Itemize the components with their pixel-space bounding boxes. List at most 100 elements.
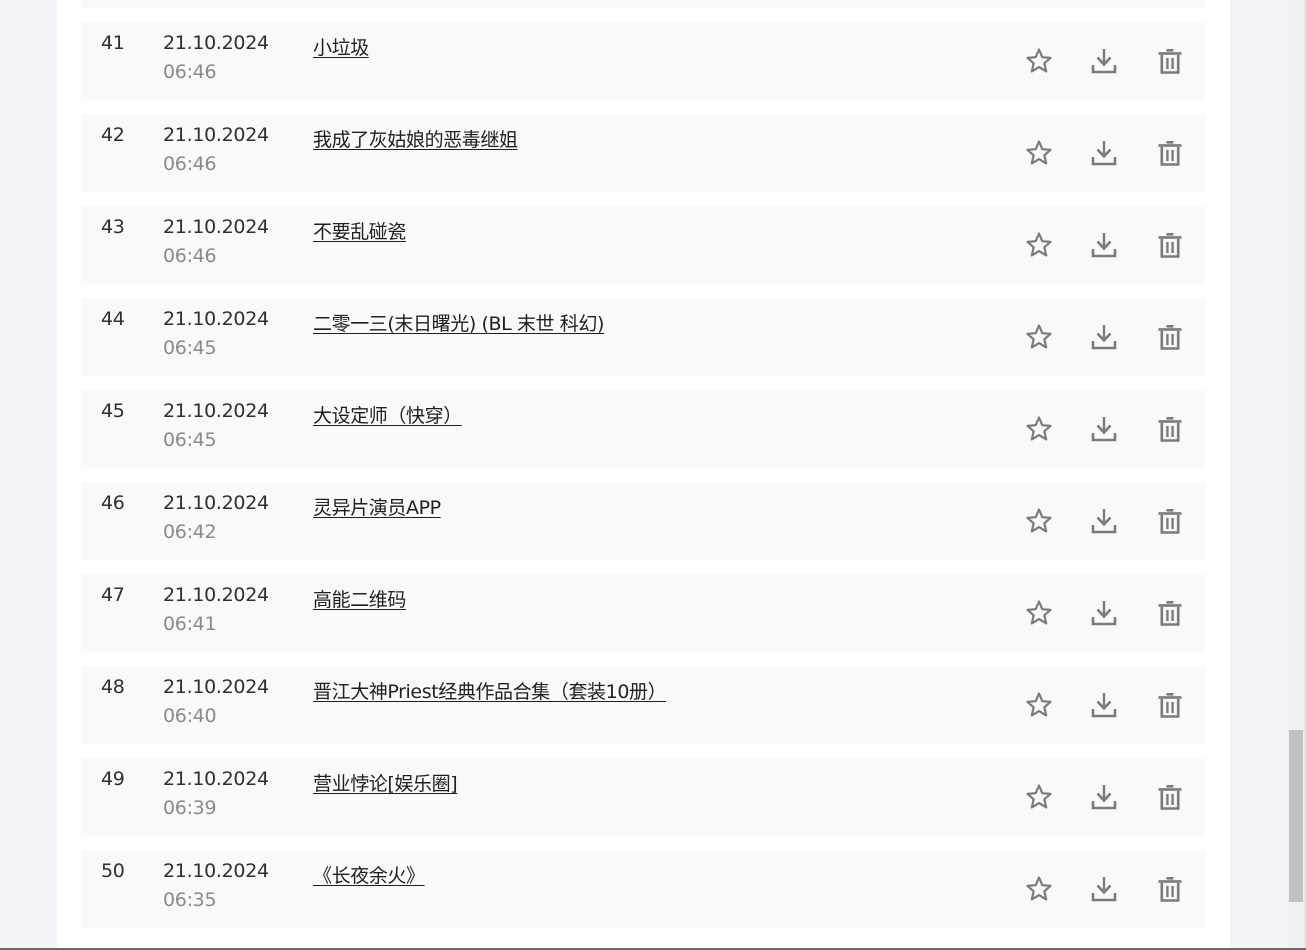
book-title-link[interactable]: 晋江大神Priest经典作品合集（套装10册） <box>313 677 667 704</box>
delete-button[interactable] <box>1154 781 1186 813</box>
favorite-button[interactable] <box>1023 137 1055 169</box>
row-time: 06:45 <box>163 429 217 451</box>
download-button[interactable] <box>1088 137 1120 169</box>
list-item: 50 21.10.2024 06:35 《长夜余火》 <box>81 850 1205 928</box>
row-date: 21.10.2024 <box>163 584 269 606</box>
row-time: 06:46 <box>163 61 217 83</box>
trash-icon <box>1158 141 1182 166</box>
row-number: 41 <box>101 32 125 54</box>
download-icon <box>1091 325 1117 350</box>
download-icon <box>1091 877 1117 902</box>
star-icon <box>1026 784 1052 809</box>
favorite-button[interactable] <box>1023 413 1055 445</box>
favorite-button[interactable] <box>1023 321 1055 353</box>
row-date: 21.10.2024 <box>163 32 269 54</box>
book-title-link[interactable]: 高能二维码 <box>313 585 406 612</box>
favorite-button[interactable] <box>1023 597 1055 629</box>
download-icon <box>1091 417 1117 442</box>
list-item: 47 21.10.2024 06:41 高能二维码 <box>81 574 1205 652</box>
delete-button[interactable] <box>1154 689 1186 721</box>
delete-button[interactable] <box>1154 597 1186 629</box>
list-item: 44 21.10.2024 06:45 二零一三(末日曙光) (BL 末世 科幻… <box>81 298 1205 376</box>
delete-button[interactable] <box>1154 873 1186 905</box>
book-title-link[interactable]: 《长夜余火》 <box>313 861 425 888</box>
favorite-button[interactable] <box>1023 781 1055 813</box>
delete-button[interactable] <box>1154 229 1186 261</box>
row-number: 48 <box>101 676 125 698</box>
star-icon <box>1026 876 1052 901</box>
download-button[interactable] <box>1088 781 1120 813</box>
book-title-link[interactable]: 不要乱碰瓷 <box>313 217 406 244</box>
download-button[interactable] <box>1088 505 1120 537</box>
row-number: 43 <box>101 216 125 238</box>
delete-button[interactable] <box>1154 45 1186 77</box>
download-icon <box>1091 601 1117 626</box>
list-item: 45 21.10.2024 06:45 大设定师（快穿） <box>81 390 1205 468</box>
row-date: 21.10.2024 <box>163 860 269 882</box>
row-number: 44 <box>101 308 125 330</box>
row-time: 06:40 <box>163 705 217 727</box>
row-date: 21.10.2024 <box>163 216 269 238</box>
list-item: 46 21.10.2024 06:42 灵异片演员APP <box>81 482 1205 560</box>
list-item: 49 21.10.2024 06:39 营业悖论[娱乐圈] <box>81 758 1205 836</box>
row-date: 21.10.2024 <box>163 308 269 330</box>
list-item: 48 21.10.2024 06:40 晋江大神Priest经典作品合集（套装1… <box>81 666 1205 744</box>
favorite-button[interactable] <box>1023 45 1055 77</box>
history-list: 41 21.10.2024 06:46 小垃圾 42 21.10.2024 06… <box>81 22 1205 942</box>
delete-button[interactable] <box>1154 321 1186 353</box>
download-icon <box>1091 509 1117 534</box>
scrollbar-thumb[interactable] <box>1289 730 1303 902</box>
download-button[interactable] <box>1088 413 1120 445</box>
download-icon <box>1091 141 1117 166</box>
list-item: 43 21.10.2024 06:46 不要乱碰瓷 <box>81 206 1205 284</box>
trash-icon <box>1158 693 1182 718</box>
favorite-button[interactable] <box>1023 873 1055 905</box>
favorite-button[interactable] <box>1023 505 1055 537</box>
trash-icon <box>1158 49 1182 74</box>
star-icon <box>1026 140 1052 165</box>
download-button[interactable] <box>1088 229 1120 261</box>
star-icon <box>1026 692 1052 717</box>
download-icon <box>1091 693 1117 718</box>
row-number: 50 <box>101 860 125 882</box>
trash-icon <box>1158 601 1182 626</box>
row-time: 06:35 <box>163 889 217 911</box>
delete-button[interactable] <box>1154 505 1186 537</box>
book-title-link[interactable]: 营业悖论[娱乐圈] <box>313 769 458 796</box>
download-button[interactable] <box>1088 873 1120 905</box>
row-number: 42 <box>101 124 125 146</box>
favorite-button[interactable] <box>1023 689 1055 721</box>
book-title-link[interactable]: 我成了灰姑娘的恶毒继姐 <box>313 125 518 152</box>
trash-icon <box>1158 233 1182 258</box>
row-time: 06:41 <box>163 613 217 635</box>
row-time: 06:45 <box>163 337 217 359</box>
download-button[interactable] <box>1088 45 1120 77</box>
star-icon <box>1026 48 1052 73</box>
row-time: 06:46 <box>163 245 217 267</box>
delete-button[interactable] <box>1154 137 1186 169</box>
download-button[interactable] <box>1088 321 1120 353</box>
favorite-button[interactable] <box>1023 229 1055 261</box>
book-title-link[interactable]: 大设定师（快穿） <box>313 401 462 428</box>
delete-button[interactable] <box>1154 413 1186 445</box>
book-title-link[interactable]: 灵异片演员APP <box>313 493 441 520</box>
download-button[interactable] <box>1088 689 1120 721</box>
row-number: 47 <box>101 584 125 606</box>
row-time: 06:46 <box>163 153 217 175</box>
list-item: 41 21.10.2024 06:46 小垃圾 <box>81 22 1205 100</box>
trash-icon <box>1158 785 1182 810</box>
book-title-link[interactable]: 二零一三(末日曙光) (BL 末世 科幻) <box>313 309 604 336</box>
download-button[interactable] <box>1088 597 1120 629</box>
row-date: 21.10.2024 <box>163 768 269 790</box>
download-icon <box>1091 233 1117 258</box>
book-title-link[interactable]: 小垃圾 <box>313 33 369 60</box>
download-icon <box>1091 785 1117 810</box>
row-date: 21.10.2024 <box>163 676 269 698</box>
trash-icon <box>1158 325 1182 350</box>
download-icon <box>1091 49 1117 74</box>
star-icon <box>1026 232 1052 257</box>
star-icon <box>1026 600 1052 625</box>
row-time: 06:39 <box>163 797 217 819</box>
row-date: 21.10.2024 <box>163 492 269 514</box>
list-item: 42 21.10.2024 06:46 我成了灰姑娘的恶毒继姐 <box>81 114 1205 192</box>
